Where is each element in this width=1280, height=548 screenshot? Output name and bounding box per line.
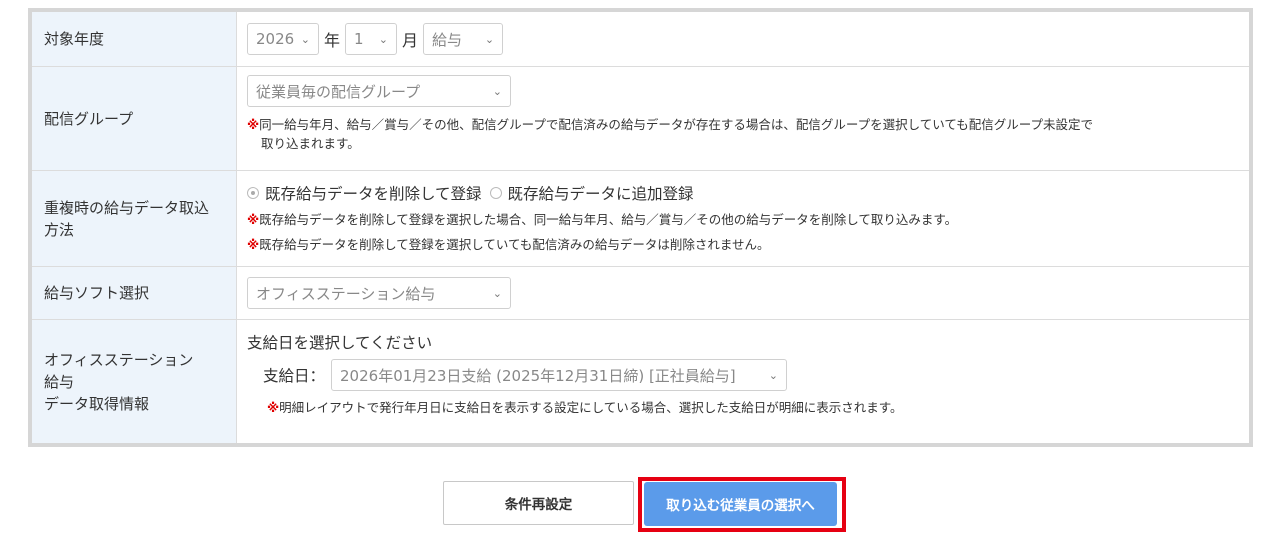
reset-conditions-button[interactable]: 条件再設定	[443, 481, 634, 525]
row-payroll-software: 給与ソフト選択 オフィスステーション給与 ⌄	[32, 267, 1249, 320]
payroll-type-select[interactable]: 給与 ⌄	[423, 23, 504, 55]
payday-label: 支給日：	[263, 367, 326, 385]
duplicate-note-2: ※既存給与データを削除して登録を選択していても配信済みの給与データは削除されませ…	[247, 235, 1249, 254]
duplicate-note-1: ※既存給与データを削除して登録を選択した場合、同一給与年月、給与／賞与／その他の…	[247, 210, 1249, 229]
year-select[interactable]: 2026 ⌄	[247, 23, 319, 55]
label-target-year: 対象年度	[32, 12, 237, 66]
chevron-down-icon: ⌄	[484, 32, 495, 46]
note-mark: ※	[247, 117, 260, 132]
note-text: 既存給与データを削除して登録を選択していても配信済みの給与データは削除されません…	[259, 237, 770, 252]
year-unit: 年	[324, 31, 341, 50]
import-settings-form: 対象年度 2026 ⌄ 年 1 ⌄ 月 給与 ⌄ 配信グループ 従業員毎の配信グ…	[28, 8, 1253, 447]
label-line: 給与	[44, 372, 75, 391]
label-line: オフィスステーション	[44, 350, 194, 369]
row-office-station-data: オフィスステーション 給与 データ取得情報 支給日を選択してください 支給日： …	[32, 320, 1249, 443]
month-select[interactable]: 1 ⌄	[345, 23, 398, 55]
note-mark: ※	[247, 212, 260, 227]
radio-delete-existing[interactable]	[247, 187, 259, 199]
row-target-year: 対象年度 2026 ⌄ 年 1 ⌄ 月 給与 ⌄	[32, 12, 1249, 67]
select-employees-button[interactable]: 取り込む従業員の選択へ	[644, 482, 837, 526]
payroll-software-value: オフィスステーション給与	[256, 284, 436, 303]
note-text: 同一給与年月、給与／賞与／その他、配信グループで配信済みの給与データが存在する場…	[259, 117, 1094, 132]
month-unit: 月	[402, 31, 419, 50]
payroll-type-value: 給与	[432, 30, 463, 49]
chevron-down-icon: ⌄	[378, 32, 389, 46]
payday-select[interactable]: 2026年01月23日支給 (2025年12月31日締) [正社員給与] ⌄	[331, 359, 788, 391]
chevron-down-icon: ⌄	[300, 32, 310, 46]
duplicate-radio-group: 既存給与データを削除して登録 既存給与データに追加登録	[247, 182, 1249, 204]
chevron-down-icon: ⌄	[768, 368, 779, 382]
label-payroll-software: 給与ソフト選択	[32, 267, 237, 319]
delivery-group-note: ※同一給与年月、給与／賞与／その他、配信グループで配信済みの給与データが存在する…	[247, 115, 1249, 153]
delivery-group-select[interactable]: 従業員毎の配信グループ ⌄	[247, 75, 511, 107]
note-text-cont: 取り込まれます。	[261, 136, 360, 151]
payroll-software-select[interactable]: オフィスステーション給与 ⌄	[247, 277, 511, 309]
label-office-station-data: オフィスステーション 給与 データ取得情報	[32, 320, 237, 443]
payday-value: 2026年01月23日支給 (2025年12月31日締) [正社員給与]	[340, 366, 736, 385]
label-line: データ取得情報	[44, 394, 150, 413]
label-delivery-group: 配信グループ	[32, 67, 237, 170]
radio-delete-existing-label[interactable]: 既存給与データを削除して登録	[265, 182, 482, 204]
month-value: 1	[354, 30, 364, 48]
radio-append[interactable]	[489, 187, 502, 199]
row-duplicate-method: 重複時の給与データ取込方法 既存給与データを削除して登録 既存給与データに追加登…	[32, 171, 1249, 267]
year-value: 2026	[256, 30, 295, 48]
label-duplicate-method: 重複時の給与データ取込方法	[32, 171, 237, 266]
note-mark: ※	[247, 237, 260, 252]
note-text: 既存給与データを削除して登録を選択した場合、同一給与年月、給与／賞与／その他の給…	[259, 212, 958, 227]
chevron-down-icon: ⌄	[492, 286, 502, 300]
chevron-down-icon: ⌄	[492, 84, 502, 98]
payday-note: ※明細レイアウトで発行年月日に支給日を表示する設定にしている場合、選択した支給日…	[247, 398, 1249, 417]
note-text: 明細レイアウトで発行年月日に支給日を表示する設定にしている場合、選択した支給日が…	[279, 400, 903, 415]
note-mark: ※	[267, 400, 280, 415]
delivery-group-placeholder: 従業員毎の配信グループ	[256, 82, 421, 101]
radio-append-label[interactable]: 既存給与データに追加登録	[508, 182, 694, 204]
payday-prompt: 支給日を選択してください	[247, 334, 433, 352]
row-delivery-group: 配信グループ 従業員毎の配信グループ ⌄ ※同一給与年月、給与／賞与／その他、配…	[32, 67, 1249, 171]
